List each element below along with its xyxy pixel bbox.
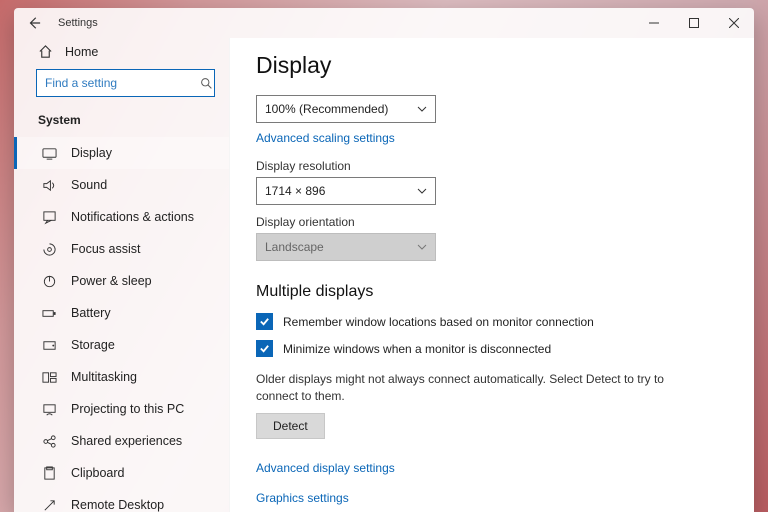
display-icon bbox=[41, 145, 57, 161]
checkbox-label: Minimize windows when a monitor is disco… bbox=[283, 342, 551, 356]
sidebar-item-label: Shared experiences bbox=[71, 434, 182, 448]
sidebar-item-label: Storage bbox=[71, 338, 115, 352]
sidebar-item-label: Sound bbox=[71, 178, 107, 192]
sidebar-item-label: Projecting to this PC bbox=[71, 402, 184, 416]
close-button[interactable] bbox=[714, 8, 754, 38]
projecting-icon bbox=[41, 401, 57, 417]
chevron-down-icon bbox=[417, 186, 427, 196]
search-box[interactable] bbox=[36, 69, 215, 97]
content-pane: Display 100% (Recommended) Advanced scal… bbox=[229, 38, 754, 512]
detect-help-text: Older displays might not always connect … bbox=[256, 371, 666, 405]
sidebar-item-label: Battery bbox=[71, 306, 111, 320]
sidebar-item-clipboard[interactable]: Clipboard bbox=[14, 457, 229, 489]
sidebar-item-battery[interactable]: Battery bbox=[14, 297, 229, 329]
page-title: Display bbox=[256, 52, 728, 79]
sidebar-item-label: Multitasking bbox=[71, 370, 137, 384]
advanced-display-link[interactable]: Advanced display settings bbox=[256, 461, 395, 475]
sidebar-item-label: Clipboard bbox=[71, 466, 125, 480]
window-title: Settings bbox=[58, 17, 98, 29]
battery-icon bbox=[41, 305, 57, 321]
shared-icon bbox=[41, 433, 57, 449]
window-controls bbox=[634, 8, 754, 38]
sidebar-item-power-sleep[interactable]: Power & sleep bbox=[14, 265, 229, 297]
chevron-down-icon bbox=[417, 104, 427, 114]
sidebar-item-sound[interactable]: Sound bbox=[14, 169, 229, 201]
back-button[interactable] bbox=[24, 13, 44, 33]
scale-value: 100% (Recommended) bbox=[265, 102, 388, 116]
resolution-label: Display resolution bbox=[256, 159, 728, 173]
orientation-value: Landscape bbox=[265, 240, 324, 254]
sidebar-item-notifications[interactable]: Notifications & actions bbox=[14, 201, 229, 233]
home-link[interactable]: Home bbox=[14, 38, 229, 69]
focus-icon bbox=[41, 241, 57, 257]
category-label: System bbox=[14, 107, 229, 137]
orientation-label: Display orientation bbox=[256, 215, 728, 229]
minimize-on-disconnect-checkbox[interactable]: Minimize windows when a monitor is disco… bbox=[256, 340, 728, 357]
chevron-down-icon bbox=[417, 242, 427, 252]
detect-button[interactable]: Detect bbox=[256, 413, 325, 439]
resolution-dropdown[interactable]: 1714 × 896 bbox=[256, 177, 436, 205]
advanced-scaling-link[interactable]: Advanced scaling settings bbox=[256, 131, 395, 145]
minimize-button[interactable] bbox=[634, 8, 674, 38]
multitasking-icon bbox=[41, 369, 57, 385]
sidebar-item-projecting[interactable]: Projecting to this PC bbox=[14, 393, 229, 425]
orientation-dropdown: Landscape bbox=[256, 233, 436, 261]
checkbox-checked-icon bbox=[256, 340, 273, 357]
sidebar-item-label: Power & sleep bbox=[71, 274, 152, 288]
sidebar-item-shared-experiences[interactable]: Shared experiences bbox=[14, 425, 229, 457]
multiple-displays-heading: Multiple displays bbox=[256, 283, 728, 301]
sidebar-item-multitasking[interactable]: Multitasking bbox=[14, 361, 229, 393]
sidebar: Home System Display Sound bbox=[14, 38, 229, 512]
maximize-button[interactable] bbox=[674, 8, 714, 38]
sidebar-item-storage[interactable]: Storage bbox=[14, 329, 229, 361]
titlebar: Settings bbox=[14, 8, 754, 38]
sidebar-item-label: Focus assist bbox=[71, 242, 140, 256]
remote-icon bbox=[41, 497, 57, 512]
storage-icon bbox=[41, 337, 57, 353]
sidebar-item-label: Notifications & actions bbox=[71, 210, 194, 224]
sidebar-item-display[interactable]: Display bbox=[14, 137, 229, 169]
settings-window: Settings Home System Dis bbox=[14, 8, 754, 512]
checkbox-label: Remember window locations based on monit… bbox=[283, 315, 594, 329]
search-icon bbox=[200, 77, 213, 90]
power-icon bbox=[41, 273, 57, 289]
clipboard-icon bbox=[41, 465, 57, 481]
sidebar-item-label: Display bbox=[71, 146, 112, 160]
checkbox-checked-icon bbox=[256, 313, 273, 330]
notifications-icon bbox=[41, 209, 57, 225]
home-icon bbox=[38, 44, 53, 59]
sidebar-item-remote-desktop[interactable]: Remote Desktop bbox=[14, 489, 229, 512]
search-input[interactable] bbox=[45, 76, 200, 90]
sound-icon bbox=[41, 177, 57, 193]
home-label: Home bbox=[65, 45, 98, 59]
remember-locations-checkbox[interactable]: Remember window locations based on monit… bbox=[256, 313, 728, 330]
sidebar-item-focus-assist[interactable]: Focus assist bbox=[14, 233, 229, 265]
graphics-settings-link[interactable]: Graphics settings bbox=[256, 491, 349, 505]
resolution-value: 1714 × 896 bbox=[265, 184, 325, 198]
sidebar-nav: Display Sound Notifications & actions Fo… bbox=[14, 137, 229, 512]
scale-dropdown[interactable]: 100% (Recommended) bbox=[256, 95, 436, 123]
sidebar-item-label: Remote Desktop bbox=[71, 498, 164, 512]
